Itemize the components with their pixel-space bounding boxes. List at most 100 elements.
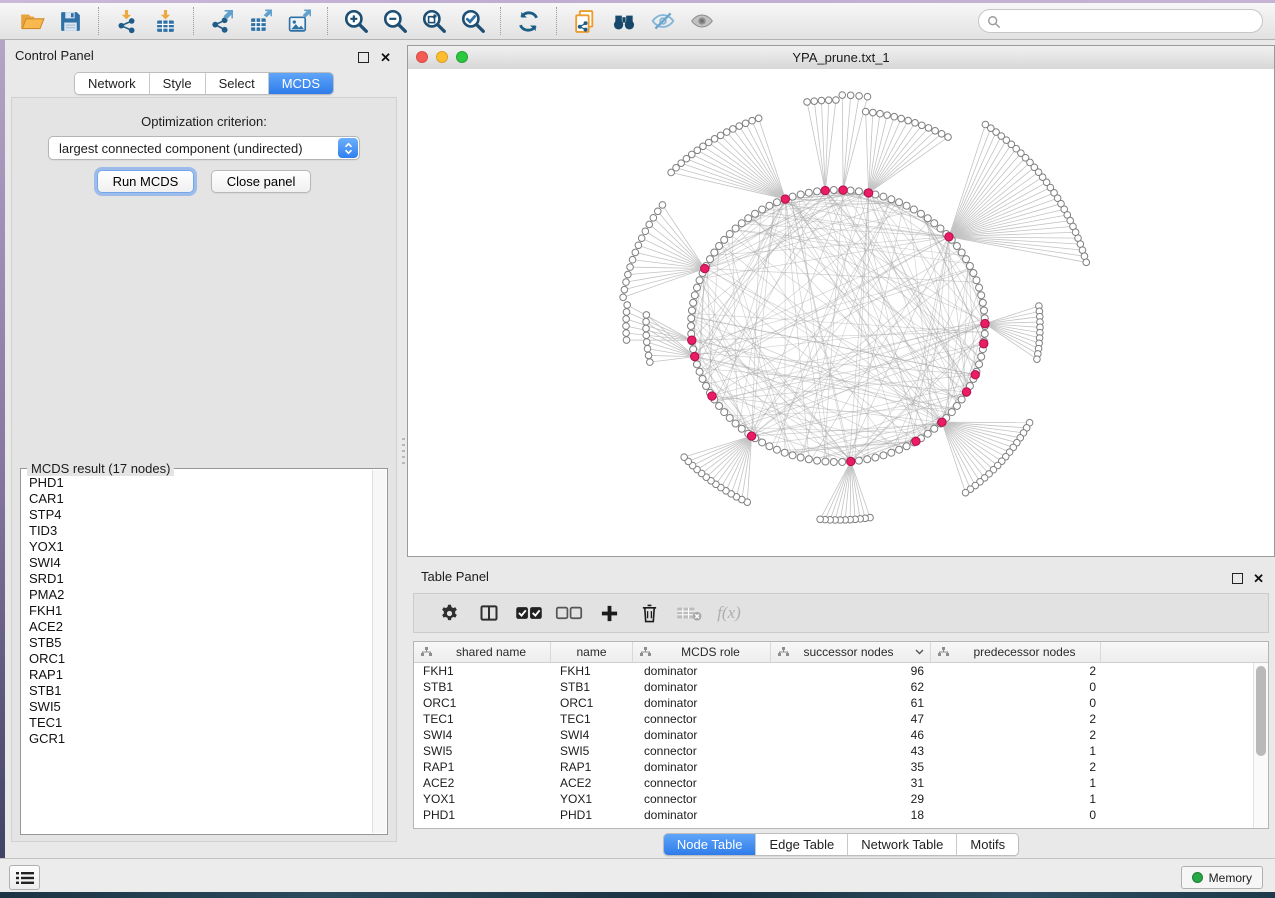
control-panel-tabs: Network Style Select MCDS bbox=[5, 72, 403, 95]
hide-graphics-details-button[interactable] bbox=[649, 8, 676, 35]
zoom-in-button[interactable] bbox=[342, 8, 369, 35]
table-row[interactable]: RAP1RAP1dominator352 bbox=[414, 759, 1268, 775]
network-view-window: YPA_prune.txt_1 bbox=[407, 45, 1275, 557]
mcds-result-item[interactable]: ORC1 bbox=[29, 651, 372, 667]
tab-style[interactable]: Style bbox=[150, 73, 206, 94]
mcds-result-item[interactable]: SWI4 bbox=[29, 555, 372, 571]
mcds-result-item[interactable]: SRD1 bbox=[29, 571, 372, 587]
table-cell: ACE2 bbox=[414, 776, 551, 790]
show-graphics-details-button[interactable] bbox=[688, 8, 715, 35]
add-column-button[interactable] bbox=[592, 599, 626, 627]
search-network-button[interactable] bbox=[610, 8, 637, 35]
mcds-result-item[interactable]: STB1 bbox=[29, 683, 372, 699]
tab-edge-table[interactable]: Edge Table bbox=[756, 834, 848, 855]
zoom-selected-button[interactable] bbox=[459, 8, 486, 35]
network-window-title: YPA_prune.txt_1 bbox=[408, 50, 1274, 65]
control-panel: Control Panel ✕ Network Style Select MCD… bbox=[5, 40, 403, 858]
network-graph[interactable] bbox=[408, 69, 1274, 556]
export-network-icon bbox=[209, 9, 234, 34]
export-table-button[interactable] bbox=[247, 8, 274, 35]
mcds-result-item[interactable]: RAP1 bbox=[29, 667, 372, 683]
mcds-list-scrollbar[interactable] bbox=[372, 470, 386, 833]
table-cell: ORC1 bbox=[551, 696, 633, 710]
mcds-result-item[interactable]: STB5 bbox=[29, 635, 372, 651]
table-row[interactable]: SWI4SWI4dominator462 bbox=[414, 727, 1268, 743]
table-row[interactable]: ACE2ACE2connector311 bbox=[414, 775, 1268, 791]
float-panel-button[interactable] bbox=[358, 50, 369, 68]
table-row[interactable]: YOX1YOX1connector291 bbox=[414, 791, 1268, 807]
tab-network-table[interactable]: Network Table bbox=[848, 834, 957, 855]
mcds-result-item[interactable]: TEC1 bbox=[29, 715, 372, 731]
column-header-predecessor-nodes[interactable]: predecessor nodes bbox=[931, 642, 1101, 662]
table-settings-button[interactable] bbox=[432, 599, 466, 627]
close-table-panel-button[interactable]: ✕ bbox=[1253, 570, 1264, 588]
table-panel-tabs: Node Table Edge Table Network Table Moti… bbox=[407, 833, 1275, 856]
eye-icon bbox=[689, 8, 715, 34]
import-table-button[interactable] bbox=[152, 8, 179, 35]
column-header-successor-nodes[interactable]: successor nodes bbox=[771, 642, 931, 662]
mcds-result-item[interactable]: PHD1 bbox=[29, 475, 372, 491]
delete-column-button[interactable] bbox=[632, 599, 666, 627]
close-panel-button[interactable]: ✕ bbox=[380, 49, 391, 67]
duplicate-network-button[interactable] bbox=[571, 8, 598, 35]
network-canvas[interactable] bbox=[408, 69, 1274, 556]
network-window-titlebar[interactable]: YPA_prune.txt_1 bbox=[408, 46, 1274, 70]
node-table: shared name name MCDS role successor nod… bbox=[413, 641, 1269, 829]
table-panel-titlebar: Table Panel ✕ bbox=[407, 563, 1275, 589]
main-toolbar bbox=[0, 3, 1275, 40]
table-row[interactable]: FKH1FKH1dominator962 bbox=[414, 663, 1268, 679]
mcds-result-item[interactable]: ACE2 bbox=[29, 619, 372, 635]
mcds-result-item[interactable]: SWI5 bbox=[29, 699, 372, 715]
table-row[interactable]: ORC1ORC1dominator610 bbox=[414, 695, 1268, 711]
table-scrollbar-thumb[interactable] bbox=[1256, 666, 1266, 756]
toolbar-separator bbox=[500, 7, 501, 35]
mcds-result-item[interactable]: CAR1 bbox=[29, 491, 372, 507]
task-history-button[interactable] bbox=[9, 865, 40, 890]
table-row[interactable]: STB1STB1dominator620 bbox=[414, 679, 1268, 695]
panel-splitter-handle[interactable] bbox=[402, 438, 405, 468]
close-panel-button-mcds[interactable]: Close panel bbox=[211, 170, 312, 193]
import-network-button[interactable] bbox=[113, 8, 140, 35]
refresh-button[interactable] bbox=[515, 8, 542, 35]
mcds-result-item[interactable]: FKH1 bbox=[29, 603, 372, 619]
toolbar-separator bbox=[327, 7, 328, 35]
tab-mcds[interactable]: MCDS bbox=[269, 73, 333, 94]
tab-select[interactable]: Select bbox=[206, 73, 269, 94]
run-mcds-button[interactable]: Run MCDS bbox=[97, 170, 195, 193]
table-row[interactable]: PHD1PHD1dominator180 bbox=[414, 807, 1268, 823]
export-image-button[interactable] bbox=[286, 8, 313, 35]
table-cell: YOX1 bbox=[551, 792, 633, 806]
column-header-mcds-role[interactable]: MCDS role bbox=[633, 642, 771, 662]
table-cell: FKH1 bbox=[551, 664, 633, 678]
optimization-criterion-value: largest connected component (undirected) bbox=[59, 141, 303, 156]
column-header-name[interactable]: name bbox=[551, 642, 633, 662]
search-input[interactable] bbox=[978, 9, 1263, 33]
table-row[interactable]: SWI5SWI5connector431 bbox=[414, 743, 1268, 759]
zoom-fit-button[interactable] bbox=[420, 8, 447, 35]
mcds-result-item[interactable]: STP4 bbox=[29, 507, 372, 523]
export-network-button[interactable] bbox=[208, 8, 235, 35]
mcds-result-item[interactable]: YOX1 bbox=[29, 539, 372, 555]
tab-motifs[interactable]: Motifs bbox=[957, 834, 1018, 855]
save-session-button[interactable] bbox=[57, 8, 84, 35]
tab-network[interactable]: Network bbox=[75, 73, 150, 94]
memory-button[interactable]: Memory bbox=[1181, 866, 1263, 889]
open-file-button[interactable] bbox=[18, 8, 45, 35]
table-split-view-button[interactable] bbox=[472, 599, 506, 627]
mcds-result-item[interactable]: TID3 bbox=[29, 523, 372, 539]
mcds-result-item[interactable]: PMA2 bbox=[29, 587, 372, 603]
table-row[interactable]: TEC1TEC1connector472 bbox=[414, 711, 1268, 727]
float-table-panel-button[interactable] bbox=[1232, 571, 1243, 589]
tab-node-table[interactable]: Node Table bbox=[664, 834, 757, 855]
column-header-shared-name[interactable]: shared name bbox=[414, 642, 551, 662]
select-all-rows-button[interactable] bbox=[512, 599, 546, 627]
table-cell: TEC1 bbox=[551, 712, 633, 726]
table-cell: 0 bbox=[931, 808, 1101, 822]
column-header-filler bbox=[1101, 642, 1268, 662]
mcds-result-item[interactable]: GCR1 bbox=[29, 731, 372, 747]
optimization-criterion-select[interactable]: largest connected component (undirected) bbox=[48, 136, 360, 160]
zoom-out-button[interactable] bbox=[381, 8, 408, 35]
table-scrollbar-track[interactable] bbox=[1253, 663, 1268, 828]
table-cell: ACE2 bbox=[551, 776, 633, 790]
deselect-all-rows-button[interactable] bbox=[552, 599, 586, 627]
